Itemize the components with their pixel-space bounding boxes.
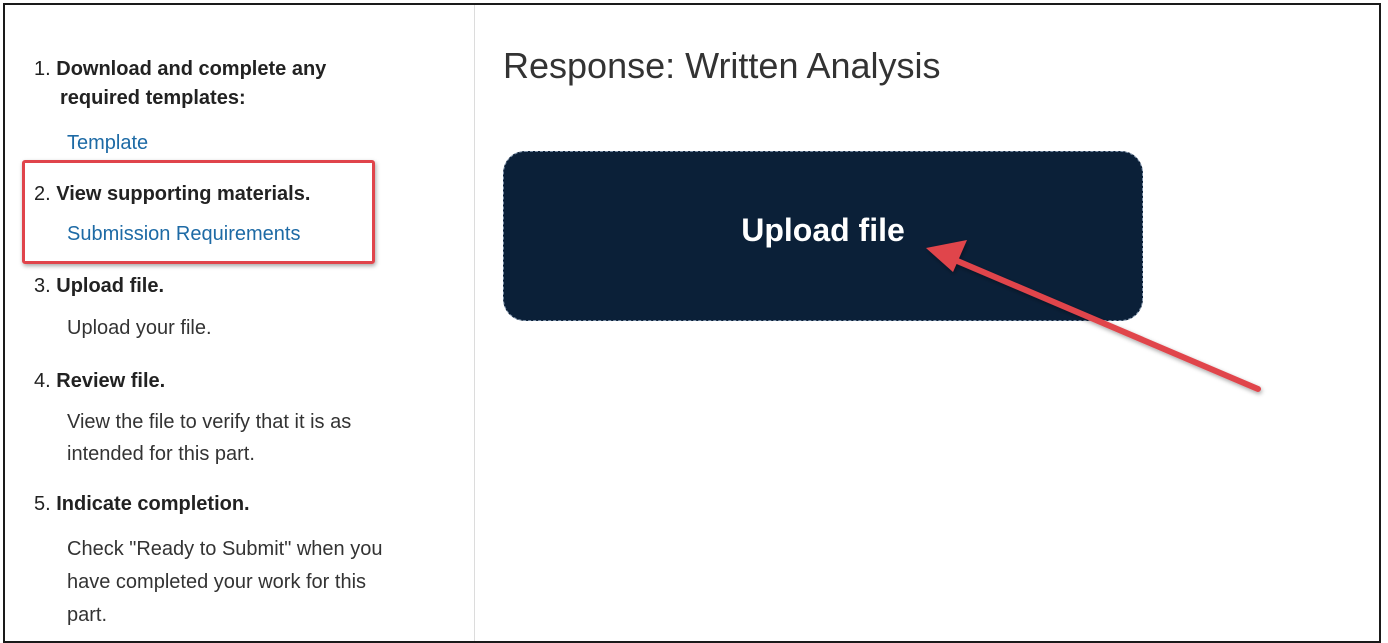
step-5-description: Check "Ready to Submit" when you — [67, 538, 383, 560]
upload-file-label: Upload file — [741, 212, 905, 248]
step-4-description-cont: intended for this part. — [67, 443, 255, 465]
instructions-sidebar: 1. Download and complete any required te… — [5, 5, 475, 641]
step-number: 4. — [34, 370, 51, 392]
step-1-heading: 1. Download and complete any — [34, 55, 326, 84]
step-3-description: Upload your file. — [67, 317, 212, 339]
step-5-description-cont2: part. — [67, 604, 108, 626]
step-4-heading: 4. Review file. — [34, 367, 165, 396]
step-number: 5. — [34, 493, 51, 515]
step-title: Indicate completion. — [56, 493, 250, 515]
step-1-heading-cont: required templates: — [60, 84, 246, 113]
template-link[interactable]: Template — [67, 129, 148, 158]
step-3-heading: 3. Upload file. — [34, 272, 164, 301]
page-frame: 1. Download and complete any required te… — [3, 3, 1381, 643]
step-title: Upload file. — [56, 275, 165, 297]
page-title: Response: Written Analysis — [503, 45, 941, 86]
step-5-description-cont: have completed your work for this — [67, 571, 367, 593]
step-title-cont: required templates: — [60, 87, 246, 109]
step-title: Review file. — [56, 370, 166, 392]
step-4-description: View the file to verify that it is as — [67, 411, 352, 433]
step-number: 3. — [34, 275, 51, 297]
upload-file-button[interactable]: Upload file — [503, 151, 1143, 321]
annotation-highlight-box — [22, 160, 375, 264]
step-number: 1. — [34, 58, 51, 80]
step-title: Download and complete any — [56, 58, 327, 80]
step-5-heading: 5. Indicate completion. — [34, 490, 250, 519]
